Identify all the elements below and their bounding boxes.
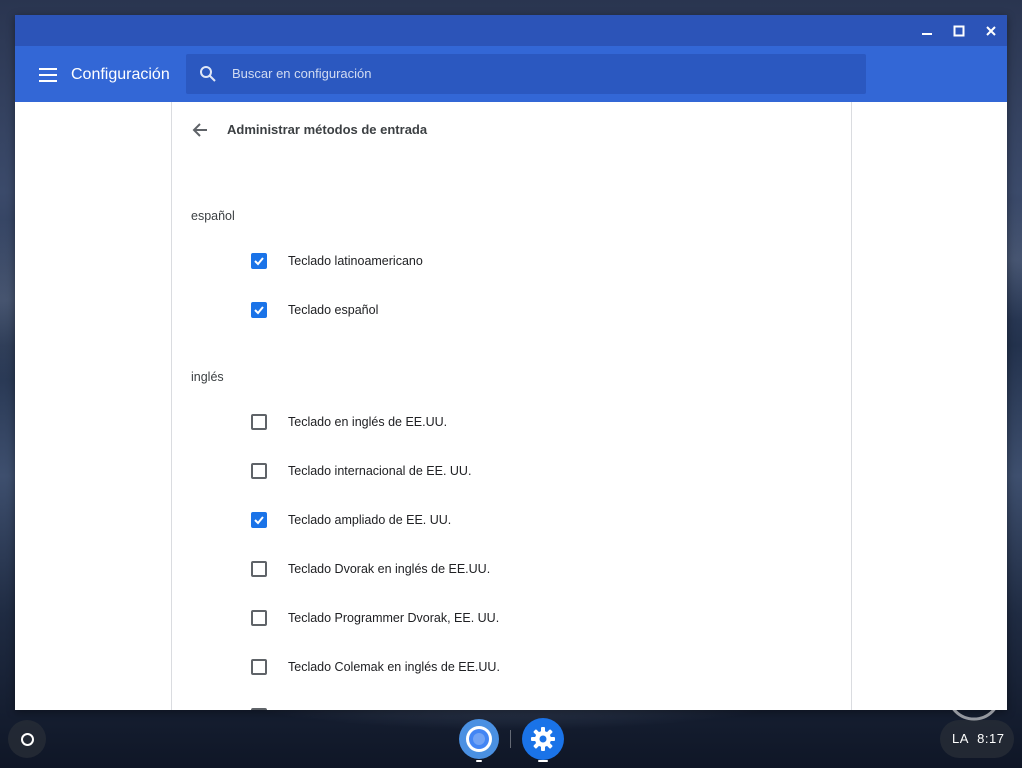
input-method-row[interactable]: Teclado Colemak en inglés de EE.UU. (242, 652, 802, 682)
maximize-button[interactable] (943, 15, 975, 46)
shelf-divider (510, 730, 511, 748)
back-button[interactable] (188, 120, 212, 140)
minimize-icon (922, 32, 932, 35)
input-method-row[interactable]: Teclado ampliado de EE. UU. (242, 505, 802, 535)
check-icon (254, 306, 264, 315)
launcher-circle-icon (20, 732, 34, 746)
maximize-icon (953, 25, 965, 36)
input-method-label: Teclado internacional de EE. UU. (288, 464, 472, 478)
input-method-label: Teclado Programmer Dvorak, EE. UU. (288, 611, 500, 625)
input-method-row[interactable]: Teclado internacional de EE. UU. (242, 456, 802, 486)
input-method-label: Teclado español (288, 303, 379, 317)
section-label-ingles: inglés (191, 370, 224, 384)
chrome-icon (459, 719, 499, 759)
check-icon (254, 516, 264, 525)
input-method-row[interactable]: Teclado latinoamericano (242, 246, 802, 276)
input-method-row[interactable]: Teclado Dvorak en inglés de EE.UU. (242, 554, 802, 584)
close-icon (986, 25, 996, 36)
checkbox[interactable] (251, 463, 267, 479)
input-methods-card: Administrar métodos de entrada español T… (171, 102, 852, 710)
input-method-label: Teclado Dvorak en inglés de EE.UU. (288, 562, 491, 576)
input-method-label: Teclado latinoamericano (288, 254, 423, 268)
search-placeholder: Buscar en configuración (232, 66, 372, 81)
window-titlebar (15, 15, 1007, 46)
chrome-running-indicator (476, 760, 482, 762)
checkbox[interactable] (251, 512, 267, 528)
shelf: LA 8:17 (0, 665, 1022, 768)
search-input[interactable]: Buscar en configuración (186, 54, 866, 94)
settings-running-indicator (538, 760, 548, 762)
input-method-label: Teclado ampliado de EE. UU. (288, 513, 452, 527)
minimize-button[interactable] (911, 15, 943, 46)
page-title: Administrar métodos de entrada (227, 122, 428, 137)
settings-app-button[interactable] (522, 718, 564, 760)
status-tray[interactable]: LA 8:17 (940, 720, 1014, 758)
input-method-row-partial[interactable] (242, 701, 802, 710)
menu-button[interactable] (35, 62, 61, 88)
launcher-button[interactable] (8, 720, 46, 758)
close-button[interactable] (975, 15, 1007, 46)
hamburger-menu-icon (39, 68, 57, 82)
section-label-espanol: español (191, 209, 235, 223)
settings-content[interactable]: Administrar métodos de entrada español T… (15, 102, 1007, 710)
clock: 8:17 (977, 731, 1005, 746)
checkbox[interactable] (251, 253, 267, 269)
gear-icon (531, 727, 555, 751)
chrome-app-button[interactable] (458, 718, 500, 760)
input-method-label: Teclado en inglés de EE.UU. (288, 415, 448, 429)
settings-header: Configuración Buscar en configuración (15, 46, 1007, 102)
checkbox[interactable] (251, 610, 267, 626)
input-method-row[interactable]: Teclado español (242, 295, 802, 325)
input-method-row[interactable]: Teclado Programmer Dvorak, EE. UU. (242, 603, 802, 633)
ime-indicator: LA (952, 731, 969, 746)
input-method-row[interactable]: Teclado en inglés de EE.UU. (242, 407, 802, 437)
check-icon (254, 257, 264, 266)
status-ime-time: LA 8:17 (952, 731, 1004, 747)
checkbox[interactable] (251, 561, 267, 577)
arrow-back-icon (192, 123, 207, 137)
app-title: Configuración (71, 66, 170, 83)
settings-window: Configuración Buscar en configuración Ad… (15, 15, 1007, 710)
search-icon (200, 66, 216, 82)
watermark-logo-icon (946, 665, 1002, 721)
checkbox[interactable] (251, 659, 267, 675)
checkbox[interactable] (251, 414, 267, 430)
checkbox[interactable] (251, 302, 267, 318)
input-method-label: Teclado Colemak en inglés de EE.UU. (288, 660, 500, 674)
